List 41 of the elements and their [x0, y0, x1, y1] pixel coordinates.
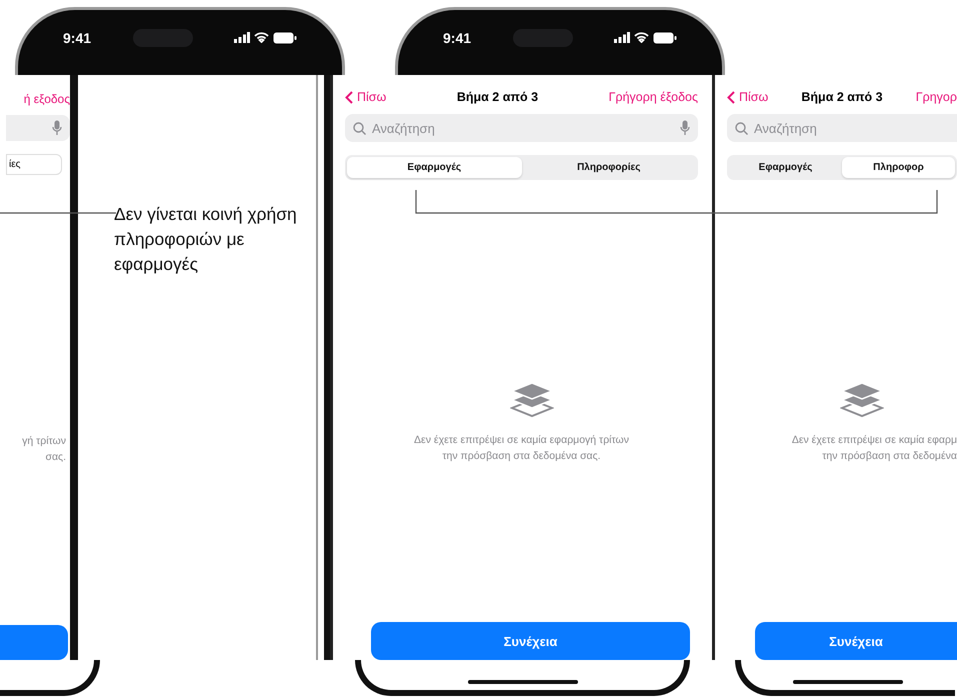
- segment-tab[interactable]: Εφαρμογές: [347, 157, 522, 178]
- wifi-icon: [254, 32, 269, 43]
- message-text: γή τρίτων: [22, 434, 66, 449]
- continue-button[interactable]: Συνέχεια: [371, 622, 690, 660]
- status-time: 9:41: [443, 30, 472, 46]
- back-button[interactable]: Πίσω: [727, 90, 768, 104]
- back-button[interactable]: Πίσω: [345, 90, 386, 104]
- battery-icon: [653, 32, 677, 44]
- message-text: Δεν έχετε επιτρέψει σε καμία εφαρμ: [792, 433, 957, 448]
- signal-icon: [614, 32, 630, 43]
- battery-icon: [273, 32, 297, 44]
- message-text: Δεν έχετε επιτρέψει σε καμία εφαρμογή τρίτων: [414, 433, 629, 448]
- segment-tab[interactable]: Πληροφορ: [842, 157, 955, 178]
- wifi-icon: [634, 32, 649, 43]
- status-time: 9:41: [63, 30, 92, 46]
- microphone-icon: [52, 120, 62, 136]
- continue-button[interactable]: [0, 624, 68, 660]
- segment-tab[interactable]: Πληροφορίες: [522, 157, 696, 178]
- quick-exit-link[interactable]: ή εξοδος: [24, 92, 70, 106]
- quick-exit-link[interactable]: Γρηγορ: [916, 90, 957, 104]
- segment-tab[interactable]: ίες: [6, 154, 62, 175]
- segment-tab[interactable]: Εφαρμογές: [729, 157, 842, 178]
- search-field[interactable]: [6, 115, 70, 142]
- quick-exit-link[interactable]: Γρήγορη έξοδος: [608, 90, 698, 104]
- microphone-icon: [680, 120, 690, 136]
- step-title: Βήμα 2 από 3: [801, 90, 883, 104]
- chevron-left-icon: [345, 90, 353, 104]
- step-title: Βήμα 2 από 3: [456, 90, 538, 104]
- callout-text: Δεν γίνεται κοινή χρήση πληροφοριών με εφαρμογές: [114, 203, 298, 276]
- layers-icon: [840, 382, 884, 418]
- search-icon: [735, 122, 748, 134]
- signal-icon: [234, 32, 250, 43]
- message-text: την πρόσβαση στα δεδομένα: [822, 449, 957, 464]
- layers-icon: [510, 382, 554, 418]
- message-text: την πρόσβαση στα δεδομένα σας.: [442, 449, 601, 464]
- continue-button[interactable]: Συνέχεια: [755, 622, 957, 660]
- search-field[interactable]: Αναζήτηση: [345, 114, 698, 142]
- search-icon: [353, 122, 366, 134]
- search-field[interactable]: Αναζήτηση: [727, 114, 957, 142]
- chevron-left-icon: [727, 90, 735, 104]
- message-text: σας.: [45, 450, 66, 465]
